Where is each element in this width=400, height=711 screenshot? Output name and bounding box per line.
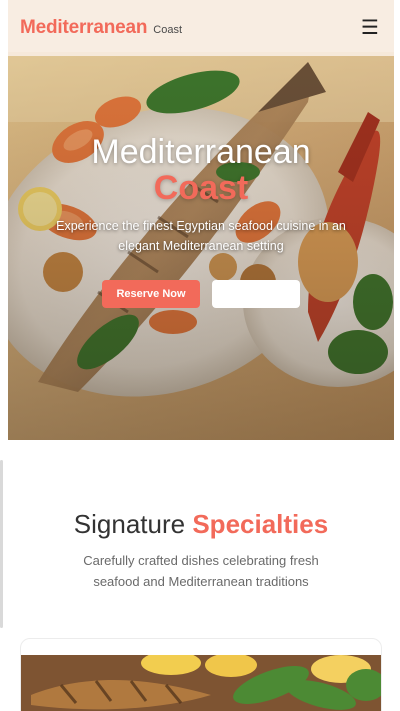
page-scrollbar[interactable] [0,460,3,628]
brand-tagline: Coast [153,24,183,36]
hero-actions: Reserve Now [8,280,394,308]
hamburger-menu-icon: ☰ [361,17,379,39]
reserve-now-button[interactable]: Reserve Now [102,280,200,308]
hero-content: Mediterranean Coast Experience the fines… [8,134,394,308]
specialties-section: Signature Specialties Carefully crafted … [8,440,394,711]
menu-button[interactable]: ☰ [358,16,382,40]
hero-subtitle: Experience the finest Egyptian seafood c… [56,219,346,253]
dish-card-image [21,655,381,711]
hero-title-accent: Coast [153,169,249,207]
section-title: Signature Specialties [8,508,394,540]
dish-card[interactable] [20,638,382,711]
top-header: Mediterranean Coast ☰ [8,0,394,56]
section-title-plain: Signature [73,509,186,539]
section-title-accent: Specialties [192,509,329,539]
section-subtitle: Carefully crafted dishes celebrating fre… [83,553,319,589]
hero-section: Mediterranean Coast Experience the fines… [8,52,394,440]
hero-title: Mediterranean [91,133,311,171]
secondary-button[interactable] [212,280,300,308]
page-frame: Mediterranean Coast ☰ Mediterranean Coas… [8,0,394,711]
brand-name: Mediterranean [20,17,148,38]
brand-logo[interactable]: Mediterranean Coast [20,17,182,39]
